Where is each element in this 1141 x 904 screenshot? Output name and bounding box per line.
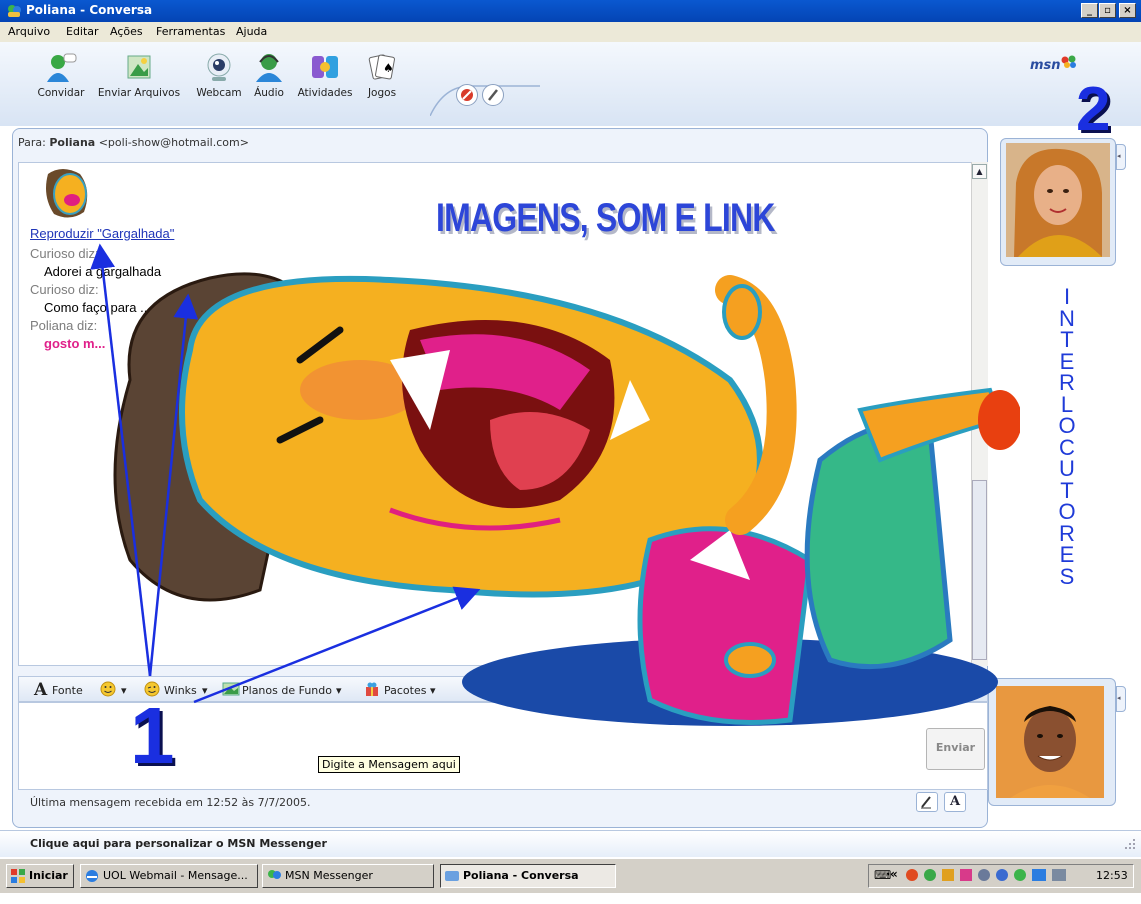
keyboard-icon[interactable]: ⌨ xyxy=(874,868,891,882)
task-poliana-conversa[interactable]: Poliana - Conversa xyxy=(440,864,616,888)
vertical-letter: S xyxy=(1059,563,1075,589)
annotation-vertical-word: INTERLOCUTORES xyxy=(1052,286,1082,587)
task-label: UOL Webmail - Mensage... xyxy=(103,869,248,882)
conversation-icon xyxy=(445,871,459,881)
vertical-letter: N xyxy=(1059,305,1075,331)
vertical-letter: R xyxy=(1059,370,1075,395)
vertical-letter: L xyxy=(1060,391,1074,417)
vertical-letter: C xyxy=(1059,434,1075,460)
vertical-letter: E xyxy=(1059,542,1075,567)
vertical-letter: T xyxy=(1060,327,1074,352)
task-label: MSN Messenger xyxy=(285,869,373,882)
vertical-letter: O xyxy=(1058,499,1076,524)
start-label: Iniciar xyxy=(29,869,68,882)
annotation-headline: IMAGENS, SOM E LINK xyxy=(436,196,775,240)
internet-explorer-icon xyxy=(86,870,98,882)
clock: 12:53 xyxy=(1096,869,1128,882)
task-msn-messenger[interactable]: MSN Messenger xyxy=(262,864,434,888)
vertical-letter: O xyxy=(1058,413,1076,438)
vertical-letter: I xyxy=(1063,284,1071,309)
task-label: Poliana - Conversa xyxy=(463,869,579,882)
tray-icons[interactable] xyxy=(904,866,1094,884)
vertical-letter: R xyxy=(1059,520,1075,546)
arrow-to-thumbnail xyxy=(148,293,199,677)
vertical-letter: T xyxy=(1060,477,1074,503)
msn-buddy-icon xyxy=(268,870,281,879)
vertical-letter: U xyxy=(1059,456,1075,481)
task-uol-webmail[interactable]: UOL Webmail - Mensage... xyxy=(80,864,258,888)
arrow-to-illustration xyxy=(193,586,481,704)
windows-logo-icon xyxy=(11,869,25,883)
annotation-number-1: 1 xyxy=(130,691,175,780)
annotation-number-2: 2 xyxy=(1076,75,1111,144)
tray-expand-icon[interactable]: « xyxy=(890,867,898,881)
vertical-letter: E xyxy=(1059,348,1075,374)
arrow-to-link xyxy=(90,243,152,677)
